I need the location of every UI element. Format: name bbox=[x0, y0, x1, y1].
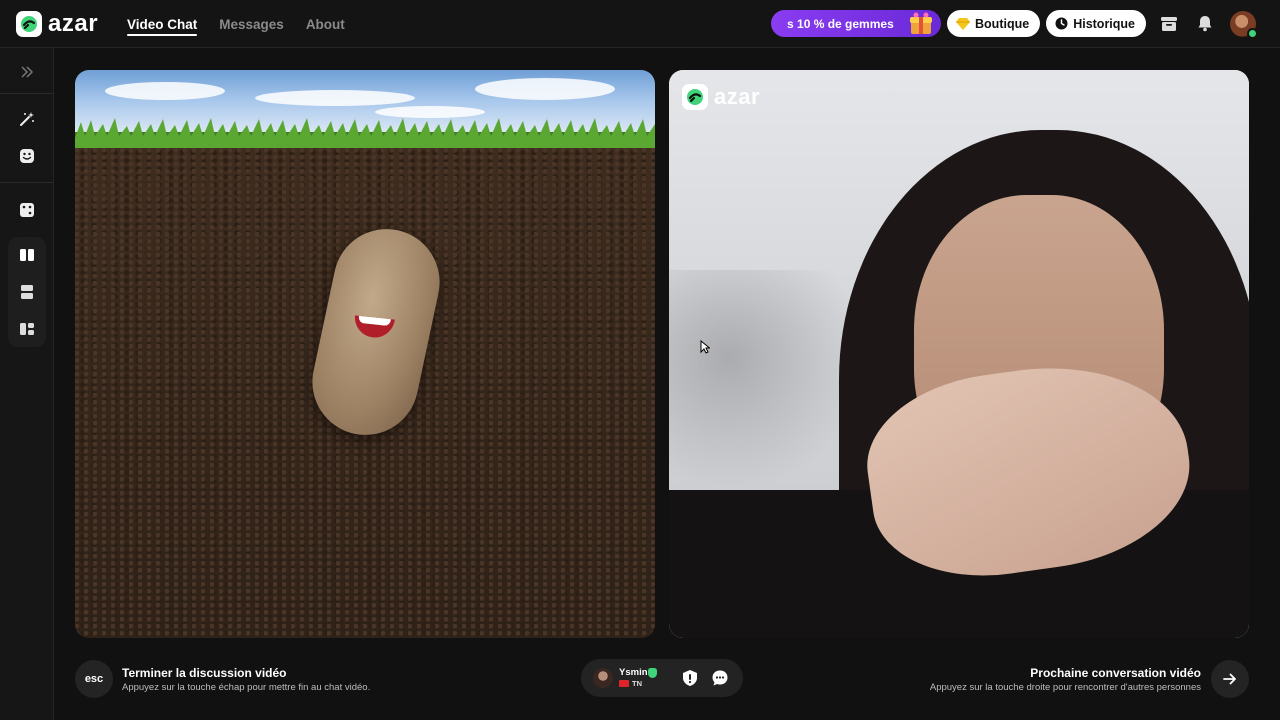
bell-icon bbox=[1198, 16, 1212, 32]
header-actions: s 10 % de gemmes Boutique Historique bbox=[771, 10, 1258, 39]
top-bar: azar Video Chat Messages About s 10 % de… bbox=[0, 0, 1280, 48]
gem-icon bbox=[956, 17, 971, 30]
smile-mouth bbox=[352, 315, 395, 340]
watermark-text: azar bbox=[714, 84, 761, 109]
layout-side-by-side-icon bbox=[20, 249, 34, 261]
effects-button[interactable] bbox=[13, 105, 41, 133]
remote-video: azar bbox=[669, 70, 1249, 638]
expand-sidebar-button[interactable] bbox=[13, 58, 41, 86]
peer-name: Ysmin bbox=[619, 667, 648, 678]
nav-about[interactable]: About bbox=[306, 0, 345, 48]
grass-strip bbox=[75, 118, 655, 152]
dice-icon bbox=[20, 203, 34, 217]
notifications-button[interactable] bbox=[1192, 11, 1218, 37]
local-video bbox=[75, 70, 655, 638]
next-chat-button[interactable] bbox=[1211, 660, 1249, 698]
layout-stacked-button[interactable] bbox=[13, 278, 41, 306]
end-chat-hint: Appuyez sur la touche échap pour mettre … bbox=[122, 682, 371, 693]
arrow-right-icon bbox=[1223, 673, 1236, 685]
peer-avatar[interactable] bbox=[593, 668, 613, 688]
face-mask-button[interactable] bbox=[13, 142, 41, 170]
history-button[interactable]: Historique bbox=[1046, 10, 1146, 37]
chat-bubble-icon[interactable] bbox=[711, 669, 729, 687]
emoji-icon bbox=[20, 149, 34, 163]
remote-azar-watermark: azar bbox=[682, 84, 760, 110]
mouse-cursor-icon bbox=[700, 340, 710, 354]
gift-chest-icon bbox=[910, 12, 933, 34]
double-chevron-right-icon bbox=[21, 66, 34, 78]
gem-promo-button[interactable]: s 10 % de gemmes bbox=[771, 10, 942, 37]
inbox-button[interactable] bbox=[1156, 11, 1182, 37]
shop-button[interactable]: Boutique bbox=[947, 10, 1041, 37]
shop-label: Boutique bbox=[975, 16, 1030, 31]
azar-logo-icon bbox=[682, 84, 708, 110]
user-avatar[interactable] bbox=[1230, 10, 1258, 39]
azar-logo[interactable]: azar bbox=[16, 11, 98, 37]
verified-shield-icon bbox=[648, 668, 657, 678]
report-shield-icon[interactable] bbox=[681, 669, 699, 687]
video-chat-area: azar esc Terminer la discussion vidéo Ap… bbox=[54, 48, 1280, 720]
magic-wand-icon bbox=[20, 112, 34, 126]
peer-info-bar: Ysmin TN bbox=[581, 659, 743, 697]
end-chat-button[interactable]: esc bbox=[75, 660, 113, 698]
nav-video-chat[interactable]: Video Chat bbox=[127, 0, 198, 48]
promo-label: s 10 % de gemmes bbox=[787, 16, 894, 31]
archive-icon bbox=[1161, 16, 1177, 31]
tunisia-flag-icon bbox=[619, 680, 629, 687]
layout-grid-icon bbox=[20, 323, 34, 335]
layout-stacked-icon bbox=[21, 285, 33, 299]
next-chat-title: Prochaine conversation vidéo bbox=[1030, 666, 1201, 680]
layout-grid-button[interactable] bbox=[13, 315, 41, 343]
online-status-dot bbox=[1247, 27, 1258, 39]
random-button[interactable] bbox=[13, 196, 41, 224]
end-chat-title: Terminer la discussion vidéo bbox=[122, 666, 287, 680]
logo-text: azar bbox=[48, 10, 99, 37]
azar-logo-icon bbox=[16, 11, 42, 37]
bottom-controls: esc Terminer la discussion vidéo Appuyez… bbox=[75, 650, 1249, 710]
sidebar bbox=[0, 48, 54, 720]
layout-side-by-side-button[interactable] bbox=[13, 241, 41, 269]
next-chat-hint: Appuyez sur la touche droite pour rencon… bbox=[929, 682, 1201, 693]
history-label: Historique bbox=[1073, 16, 1135, 31]
peer-country: TN bbox=[632, 679, 642, 688]
nav-messages[interactable]: Messages bbox=[219, 0, 284, 48]
main-nav: Video Chat Messages About bbox=[127, 0, 345, 48]
clock-icon bbox=[1055, 17, 1068, 30]
